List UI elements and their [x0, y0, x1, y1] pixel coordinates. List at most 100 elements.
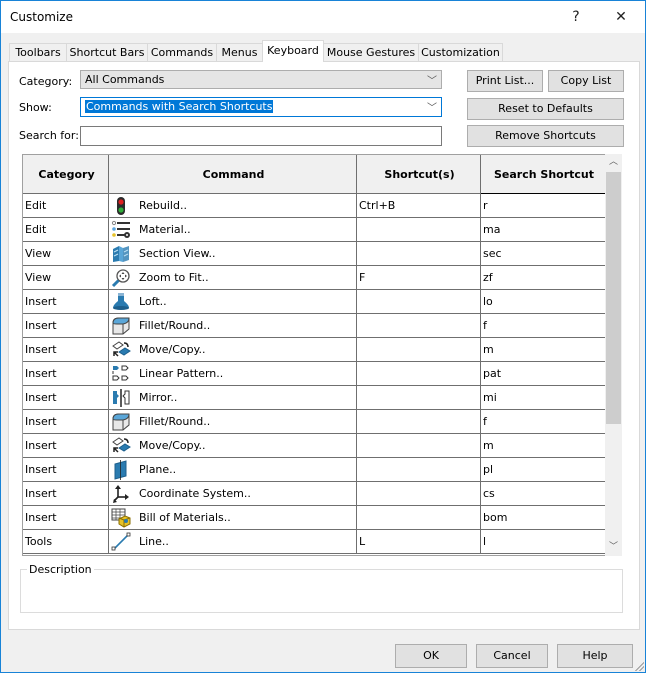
tab-menus[interactable]: Menus — [216, 43, 263, 61]
copy-list-button[interactable]: Copy List — [548, 70, 624, 92]
cell-shortcut[interactable]: F — [356, 265, 481, 290]
cell-command: Loft.. — [108, 289, 357, 314]
cell-search-shortcut[interactable]: m — [480, 433, 606, 458]
cell-search-shortcut[interactable]: f — [480, 409, 606, 434]
column-header-search-shortcut[interactable]: Search Shortcut — [480, 155, 606, 194]
cell-search-shortcut[interactable]: bom — [480, 505, 606, 530]
title-bar: Customize ? ✕ — [1, 1, 645, 33]
shortcuts-table: Category Command Shortcut(s) Search Shor… — [22, 154, 622, 556]
table-row[interactable]: Insert Fillet/Round.. f — [23, 409, 606, 434]
command-label: Coordinate System.. — [139, 487, 251, 500]
reset-to-defaults-button[interactable]: Reset to Defaults — [467, 98, 624, 120]
command-label: Loft.. — [139, 295, 167, 308]
cell-shortcut[interactable]: Ctrl+B — [356, 193, 481, 218]
cell-shortcut[interactable] — [356, 409, 481, 434]
cell-shortcut[interactable] — [356, 217, 481, 242]
table-row[interactable]: Insert Mirror.. mi — [23, 385, 606, 410]
scroll-down-icon[interactable]: ﹀ — [605, 539, 622, 556]
cell-search-shortcut[interactable]: m — [480, 337, 606, 362]
search-input[interactable] — [80, 126, 442, 146]
cell-search-shortcut[interactable]: pl — [480, 457, 606, 482]
cell-command: Fillet/Round.. — [108, 313, 357, 338]
cell-command: Section View.. — [108, 241, 357, 266]
table-row[interactable]: View Section View.. sec — [23, 241, 606, 266]
window-title: Customize — [10, 10, 73, 24]
move-copy-icon — [111, 340, 131, 360]
tab-shortcut-bars[interactable]: Shortcut Bars — [66, 43, 148, 61]
command-label: Line.. — [139, 535, 169, 548]
table-row[interactable]: Insert Loft.. lo — [23, 289, 606, 314]
cell-search-shortcut[interactable]: mi — [480, 385, 606, 410]
table-row[interactable]: Insert Move/Copy.. m — [23, 337, 606, 362]
column-header-shortcuts[interactable]: Shortcut(s) — [356, 155, 481, 194]
command-label: Bill of Materials.. — [139, 511, 231, 524]
table-row[interactable]: Edit Rebuild.. Ctrl+B r — [23, 193, 606, 218]
help-icon[interactable]: ? — [561, 5, 591, 29]
cell-search-shortcut[interactable]: pat — [480, 361, 606, 386]
category-dropdown[interactable]: All Commands ﹀ — [80, 70, 442, 89]
cell-search-shortcut[interactable]: f — [480, 313, 606, 338]
command-label: Linear Pattern.. — [139, 367, 224, 380]
command-label: Zoom to Fit.. — [139, 271, 209, 284]
scrollbar-thumb[interactable] — [606, 172, 621, 424]
table-row[interactable]: View Zoom to Fit.. Fzf — [23, 265, 606, 290]
cell-search-shortcut[interactable]: ma — [480, 217, 606, 242]
column-header-category[interactable]: Category — [23, 155, 109, 194]
cell-shortcut[interactable] — [356, 385, 481, 410]
cell-category: Insert — [23, 313, 109, 338]
column-header-command[interactable]: Command — [108, 155, 357, 194]
table-row[interactable]: Insert Fillet/Round.. f — [23, 313, 606, 338]
ok-button[interactable]: OK — [395, 644, 467, 668]
cell-search-shortcut[interactable]: cs — [480, 481, 606, 506]
show-dropdown[interactable]: Commands with Search Shortcuts ﹀ — [80, 97, 442, 117]
close-icon[interactable]: ✕ — [606, 5, 636, 29]
command-label: Material.. — [139, 223, 191, 236]
cell-category: Insert — [23, 409, 109, 434]
tab-commands[interactable]: Commands — [147, 43, 217, 61]
cell-category: Insert — [23, 481, 109, 506]
table-row[interactable]: Insert Coordinate System.. cs — [23, 481, 606, 506]
table-row[interactable]: Insert Linear Pattern.. pat — [23, 361, 606, 386]
table-row[interactable]: Insert Move/Copy.. m — [23, 433, 606, 458]
table-row[interactable]: Tools Line.. Ll — [23, 529, 606, 554]
scroll-up-icon[interactable]: ︿ — [605, 154, 622, 171]
cell-shortcut[interactable] — [356, 457, 481, 482]
table-scrollbar[interactable]: ︿ ﹀ — [605, 154, 622, 556]
cell-category: Tools — [23, 529, 109, 554]
cell-search-shortcut[interactable]: sec — [480, 241, 606, 266]
cell-command: Fillet/Round.. — [108, 409, 357, 434]
cell-shortcut[interactable] — [356, 241, 481, 266]
tab-keyboard[interactable]: Keyboard — [262, 40, 324, 62]
cell-shortcut[interactable] — [356, 289, 481, 314]
cell-shortcut[interactable] — [356, 337, 481, 362]
cell-search-shortcut[interactable]: zf — [480, 265, 606, 290]
cell-search-shortcut[interactable]: lo — [480, 289, 606, 314]
tab-customization[interactable]: Customization — [418, 43, 503, 61]
cell-command: Plane.. — [108, 457, 357, 482]
cell-category: Insert — [23, 361, 109, 386]
cell-category: Edit — [23, 193, 109, 218]
cell-shortcut[interactable] — [356, 361, 481, 386]
cell-shortcut[interactable]: L — [356, 529, 481, 554]
table-row[interactable]: Insert Plane.. pl — [23, 457, 606, 482]
cell-search-shortcut[interactable]: r — [480, 193, 606, 218]
cell-command: Move/Copy.. — [108, 337, 357, 362]
tab-toolbars[interactable]: Toolbars — [9, 43, 67, 61]
cell-shortcut[interactable] — [356, 481, 481, 506]
table-row[interactable]: Insert Bill of Materials.. bom — [23, 505, 606, 530]
search-label: Search for: — [19, 129, 79, 142]
cell-shortcut[interactable] — [356, 313, 481, 338]
tab-mouse-gestures[interactable]: Mouse Gestures — [323, 43, 419, 61]
cell-shortcut[interactable] — [356, 505, 481, 530]
loft-icon — [111, 292, 131, 312]
help-button[interactable]: Help — [557, 644, 633, 668]
remove-shortcuts-button[interactable]: Remove Shortcuts — [467, 125, 624, 147]
resize-grip[interactable] — [634, 661, 644, 671]
mirror-icon — [111, 388, 131, 408]
command-label: Fillet/Round.. — [139, 319, 211, 332]
table-row[interactable]: Edit Material.. ma — [23, 217, 606, 242]
print-list-button[interactable]: Print List... — [467, 70, 543, 92]
cell-search-shortcut[interactable]: l — [480, 529, 606, 554]
cancel-button[interactable]: Cancel — [476, 644, 548, 668]
cell-shortcut[interactable] — [356, 433, 481, 458]
